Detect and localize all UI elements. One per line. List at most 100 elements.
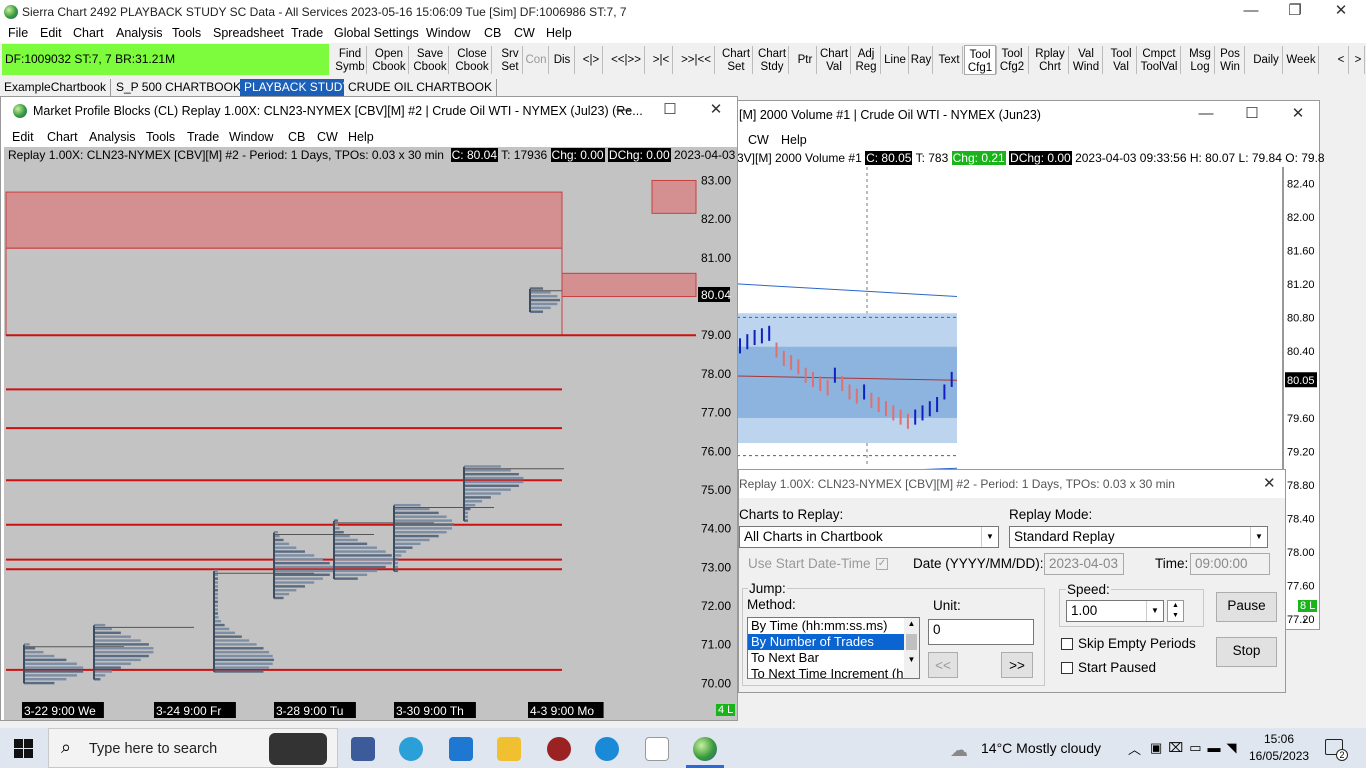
replay-mode-select[interactable]: Standard Replay ▼ xyxy=(1009,526,1268,548)
menu-spreadsheet[interactable]: Spreadsheet xyxy=(213,26,284,40)
menu-cb[interactable]: CB xyxy=(484,26,501,40)
method-option-0[interactable]: By Time (hh:mm:ss.ms) xyxy=(748,618,904,634)
chart-maximize-icon[interactable]: ☐ xyxy=(647,99,693,123)
menu-trade[interactable]: Trade xyxy=(291,26,323,40)
menu-cw[interactable]: CW xyxy=(514,26,535,40)
pause-button[interactable]: Pause xyxy=(1216,592,1277,622)
skip-empty-checkbox[interactable] xyxy=(1061,638,1073,650)
toolbar-button-9[interactable]: >|< xyxy=(650,45,672,75)
menu-edit[interactable]: Edit xyxy=(40,26,62,40)
menu-help[interactable]: Help xyxy=(546,26,572,40)
market-profile-window[interactable]: Market Profile Blocks (CL) Replay 1.00X:… xyxy=(0,96,738,721)
clock-time[interactable]: 15:06 xyxy=(1264,732,1294,746)
market-profile-svg[interactable]: 83.00 82.00 81.00 80.04 79.00 78.00 77.00 76.00… xyxy=(4,147,737,720)
notepad-icon[interactable] xyxy=(645,737,669,761)
jump-forward-button[interactable]: >> xyxy=(1001,652,1033,678)
save-disk-icon[interactable] xyxy=(351,737,375,761)
file-explorer-icon[interactable] xyxy=(497,737,521,761)
toolbar-button-27[interactable]: Daily xyxy=(1250,45,1282,75)
menu-analysis[interactable]: Analysis xyxy=(116,26,163,40)
chart-menu-tools[interactable]: Tools xyxy=(146,130,175,144)
toolbar-button-17[interactable]: Ray xyxy=(910,45,932,75)
method-option-1[interactable]: By Number of Trades xyxy=(748,634,904,650)
volume-menu-cw[interactable]: CW xyxy=(748,133,769,147)
toolbar-button-13[interactable]: Ptr xyxy=(794,45,816,75)
toolbar-button-10[interactable]: >>|<< xyxy=(678,45,714,75)
telegram-icon[interactable] xyxy=(399,737,423,761)
toolbar-button-11[interactable]: Chart Set xyxy=(720,45,752,75)
chart-menu-edit[interactable]: Edit xyxy=(12,130,34,144)
app-red-icon[interactable] xyxy=(547,737,571,761)
speed-spinner[interactable]: ▲ ▼ xyxy=(1167,600,1184,622)
chart-menu-chart[interactable]: Chart xyxy=(47,130,78,144)
charts-to-replay-select[interactable]: All Charts in Chartbook ▼ xyxy=(739,526,999,548)
method-option-2[interactable]: To Next Bar xyxy=(748,650,904,666)
chart-menu-cw[interactable]: CW xyxy=(317,130,338,144)
jump-method-list[interactable]: By Time (hh:mm:ss.ms) By Number of Trades… xyxy=(747,617,920,679)
toolbar-button-29[interactable]: < xyxy=(1334,45,1348,75)
tray-icons[interactable]: ▣⌧▭▬◥ xyxy=(1150,740,1243,756)
chart-menu-trade[interactable]: Trade xyxy=(187,130,219,144)
toolbar-button-24[interactable]: Cmpct ToolVal xyxy=(1138,45,1180,75)
edge-icon[interactable] xyxy=(595,737,619,761)
unit-input[interactable]: 0 xyxy=(928,619,1034,645)
chart-menu-analysis[interactable]: Analysis xyxy=(89,130,136,144)
restore-icon[interactable]: ❐ xyxy=(1272,0,1318,24)
toolbar-button-4[interactable]: Srv Set xyxy=(498,45,522,75)
mail-icon[interactable] xyxy=(449,737,473,761)
menu-chart[interactable]: Chart xyxy=(73,26,104,40)
volume-maximize-icon[interactable]: ☐ xyxy=(1229,103,1275,127)
jump-back-button[interactable]: << xyxy=(928,652,958,678)
toolbar-button-19[interactable]: Tool Cfg1 xyxy=(964,45,996,75)
stop-button[interactable]: Stop xyxy=(1216,637,1277,667)
speed-select[interactable]: 1.00 ▼ xyxy=(1066,600,1164,622)
chart-close-icon[interactable]: ✕ xyxy=(693,99,739,123)
method-list-scrollbar[interactable]: ▲ ▼ xyxy=(904,618,919,678)
close-icon[interactable]: ✕ xyxy=(1318,0,1364,24)
replay-dialog-close-icon[interactable]: ✕ xyxy=(1263,474,1276,492)
menu-file[interactable]: File xyxy=(8,26,28,40)
toolbar-button-25[interactable]: Msg Log xyxy=(1186,45,1214,75)
use-start-datetime-checkbox[interactable]: ✓ xyxy=(876,558,888,570)
toolbar-button-12[interactable]: Chart Stdy xyxy=(756,45,788,75)
toolbar-button-20[interactable]: Tool Cfg2 xyxy=(996,45,1028,75)
chart-minimize-icon[interactable]: — xyxy=(601,99,647,123)
method-option-3[interactable]: To Next Time Increment (h xyxy=(748,666,904,678)
toolbar-button-7[interactable]: <|> xyxy=(580,45,602,75)
toolbar-button-14[interactable]: Chart Val xyxy=(818,45,850,75)
windows-start-icon[interactable] xyxy=(14,739,33,758)
volume-menu-help[interactable]: Help xyxy=(781,133,807,147)
toolbar-button-23[interactable]: Tool Val xyxy=(1106,45,1136,75)
menu-tools[interactable]: Tools xyxy=(172,26,201,40)
toolbar-button-18[interactable]: Text xyxy=(936,45,962,75)
toolbar-button-21[interactable]: Rplay Chrt xyxy=(1032,45,1068,75)
toolbar-button-30[interactable]: > xyxy=(1352,45,1364,75)
weather-text[interactable]: 14°C Mostly cloudy xyxy=(981,740,1101,756)
chart-menu-window[interactable]: Window xyxy=(229,130,273,144)
clock-date[interactable]: 16/05/2023 xyxy=(1249,749,1309,763)
volume-minimize-icon[interactable]: — xyxy=(1183,103,1229,127)
start-paused-checkbox[interactable] xyxy=(1061,662,1073,674)
date-input[interactable]: 2023-04-03 xyxy=(1044,553,1124,575)
tab-crude-oil-chartbook[interactable]: CRUDE OIL CHARTBOOK xyxy=(344,79,498,96)
time-input[interactable]: 09:00:00 xyxy=(1190,553,1270,575)
chart-menu-cb[interactable]: CB xyxy=(288,130,305,144)
toolbar-button-26[interactable]: Pos Win xyxy=(1216,45,1244,75)
replay-dialog[interactable]: Replay 1.00X: CLN23-NYMEX [CBV][M] #2 - … xyxy=(738,469,1286,693)
tab-s-p-500-chartbook[interactable]: S_P 500 CHARTBOOK xyxy=(112,79,246,96)
minimize-icon[interactable]: — xyxy=(1228,0,1274,24)
menu-global-settings[interactable]: Global Settings xyxy=(334,26,419,40)
toolbar-button-3[interactable]: Close Cbook xyxy=(453,45,491,75)
taskbar-search[interactable]: ⌕ Type here to search xyxy=(48,728,338,768)
sierra-chart-icon[interactable] xyxy=(693,737,717,761)
toolbar-button-16[interactable]: Line xyxy=(882,45,908,75)
tab-playback-study[interactable]: PLAYBACK STUDY xyxy=(240,79,356,96)
toolbar-button-8[interactable]: <<|>> xyxy=(608,45,644,75)
chart-menu-help[interactable]: Help xyxy=(348,130,374,144)
market-profile-chart-area[interactable]: Replay 1.00X: CLN23-NYMEX [CBV][M] #2 - … xyxy=(4,147,737,720)
toolbar-button-1[interactable]: Open Cbook xyxy=(370,45,408,75)
volume-scroll-right-icon[interactable]: › xyxy=(1303,615,1306,626)
tab-examplechartbook[interactable]: ExampleChartbook xyxy=(0,79,112,96)
volume-close-icon[interactable]: ✕ xyxy=(1275,103,1321,127)
menu-window[interactable]: Window xyxy=(426,26,470,40)
